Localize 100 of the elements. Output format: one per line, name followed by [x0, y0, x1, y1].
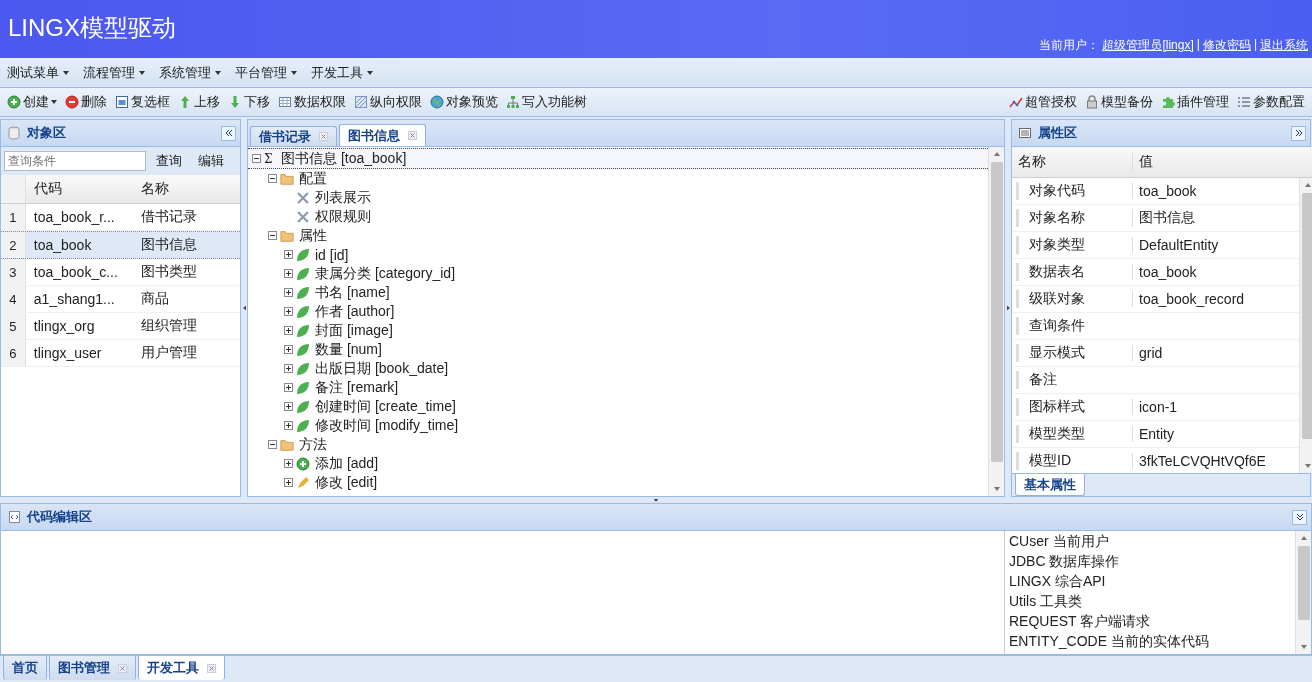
expand-button[interactable]	[1291, 125, 1306, 141]
tree-item[interactable]: 隶属分类 [category_id]	[248, 264, 988, 283]
collapse-button[interactable]	[221, 125, 236, 141]
table-row[interactable]: 2 toa_book 图书信息	[1, 231, 240, 259]
api-list-item[interactable]: REQUEST 客户端请求	[1009, 611, 1295, 631]
expand-toggle-icon[interactable]	[284, 478, 293, 487]
tree-item[interactable]: 作者 [author]	[248, 302, 988, 321]
collapse-toggle-icon[interactable]	[268, 440, 277, 449]
expand-toggle-icon[interactable]	[284, 364, 293, 373]
tree-item[interactable]: 配置	[248, 169, 988, 188]
tree-item[interactable]: Σ 图书信息 [toa_book]	[248, 148, 988, 169]
expand-toggle-icon[interactable]	[284, 383, 293, 392]
tree-item[interactable]: 备注 [remark]	[248, 378, 988, 397]
tree-item[interactable]: 数量 [num]	[248, 340, 988, 359]
api-list-item[interactable]: LINGX 综合API	[1009, 571, 1295, 591]
expand-toggle-icon[interactable]	[284, 421, 293, 430]
toolbar-button[interactable]: 上移	[175, 91, 223, 113]
header-link[interactable]: 退出系统	[1260, 37, 1308, 54]
toolbar-button[interactable]: 删除	[62, 91, 110, 113]
close-icon[interactable]	[408, 131, 417, 140]
expand-toggle-icon[interactable]	[284, 459, 293, 468]
api-list-item[interactable]: JDBC 数据库操作	[1009, 551, 1295, 571]
expand-toggle-icon[interactable]	[284, 307, 293, 316]
collapse-toggle-icon[interactable]	[268, 231, 277, 240]
header-link[interactable]: 修改密码	[1202, 37, 1251, 54]
collapse-toggle-icon[interactable]	[252, 154, 261, 163]
toolbar-button[interactable]: 写入功能树	[503, 91, 590, 113]
tree-item[interactable]: 创建时间 [create_time]	[248, 397, 988, 416]
menu-item[interactable]: 系统管理	[154, 61, 226, 84]
tree-item[interactable]: id [id]	[248, 245, 988, 264]
menu-item[interactable]: 平台管理	[230, 61, 302, 84]
tab[interactable]: 基本属性	[1015, 474, 1085, 496]
expand-toggle-icon[interactable]	[284, 345, 293, 354]
collapse-toggle-icon[interactable]	[268, 174, 277, 183]
expand-toggle-icon[interactable]	[284, 326, 293, 335]
separator: |	[1253, 37, 1257, 53]
toolbar-button[interactable]: 模型备份	[1082, 91, 1156, 113]
menu-item[interactable]: 测试菜单	[2, 61, 74, 84]
api-list-item[interactable]: CUser 当前用户	[1009, 531, 1295, 551]
panel-button[interactable]: 查询	[150, 150, 188, 172]
tree-item[interactable]: 权限规则	[248, 207, 988, 226]
row-number: 4	[1, 286, 26, 312]
toolbar-button[interactable]: 复选框	[112, 91, 173, 113]
user-link[interactable]: 超级管理员[lingx]	[1102, 37, 1194, 54]
table-row[interactable]: 6 tlingx_user 用户管理	[1, 340, 240, 367]
toolbar-button[interactable]: 超管授权	[1006, 91, 1080, 113]
tree-item[interactable]: 出版日期 [book_date]	[248, 359, 988, 378]
close-icon[interactable]	[319, 132, 328, 141]
splitter-arrow-icon[interactable]	[653, 498, 659, 502]
toolbar-button[interactable]: 纵向权限	[351, 91, 425, 113]
table-row[interactable]: 5 tlingx_org 组织管理	[1, 313, 240, 340]
table-row[interactable]: 4 a1_shang1... 商品	[1, 286, 240, 313]
tab[interactable]: 首页	[3, 656, 47, 680]
toolbar-button[interactable]: 数据权限	[275, 91, 349, 113]
panel-button[interactable]: 编辑	[192, 150, 230, 172]
api-list-item[interactable]: Utils 工具类	[1009, 591, 1295, 611]
property-scrollbar[interactable]	[1299, 178, 1312, 473]
expand-toggle-icon[interactable]	[284, 250, 293, 259]
scroll-up-arrow-icon[interactable]	[1299, 535, 1308, 541]
tab[interactable]: 图书信息	[339, 124, 426, 146]
scroll-up-arrow-icon[interactable]	[992, 151, 1001, 157]
api-list-scrollbar[interactable]	[1295, 531, 1311, 654]
search-field[interactable]: 查询条件	[4, 151, 146, 171]
menu-item[interactable]: 流程管理	[78, 61, 150, 84]
table-row[interactable]: 3 toa_book_c... 图书类型	[1, 259, 240, 286]
tree-item[interactable]: 修改时间 [modify_time]	[248, 416, 988, 435]
scroll-up-arrow-icon[interactable]	[1303, 182, 1312, 188]
tree-item[interactable]: 修改 [edit]	[248, 473, 988, 492]
scroll-down-arrow-icon[interactable]	[1299, 644, 1308, 650]
api-list-item[interactable]: ENTITY_CODE 当前的实体代码	[1009, 631, 1295, 651]
table-cell-text: tlingx_org	[32, 318, 96, 334]
expand-toggle-icon[interactable]	[284, 288, 293, 297]
splitter-arrow-icon[interactable]	[1006, 305, 1010, 311]
tree-item[interactable]: 封面 [image]	[248, 321, 988, 340]
toolbar-button[interactable]: 参数配置	[1234, 91, 1308, 113]
toolbar-button[interactable]: 下移	[225, 91, 273, 113]
tab[interactable]: 开发工具	[138, 656, 225, 680]
splitter-arrow-icon[interactable]	[242, 305, 246, 311]
scroll-down-arrow-icon[interactable]	[992, 486, 1001, 492]
tab[interactable]: 图书管理	[49, 656, 136, 680]
tree-scrollbar[interactable]	[988, 147, 1004, 496]
leaf-icon	[296, 247, 310, 262]
toolbar-button[interactable]: 插件管理	[1158, 91, 1232, 113]
padlock-icon	[1085, 95, 1099, 109]
toolbar-button[interactable]: 对象预览	[427, 91, 501, 113]
toolbar-button[interactable]: 创建	[4, 91, 60, 113]
tree-item[interactable]: 方法	[248, 435, 988, 454]
tree-item[interactable]: 属性	[248, 226, 988, 245]
tree-item[interactable]: 添加 [add]	[248, 454, 988, 473]
expand-toggle-icon[interactable]	[284, 269, 293, 278]
tree-item[interactable]: 列表展示	[248, 188, 988, 207]
close-icon[interactable]	[118, 663, 127, 673]
tree-item[interactable]: 书名 [name]	[248, 283, 988, 302]
caret-icon[interactable]	[51, 100, 57, 104]
scroll-down-arrow-icon[interactable]	[1303, 463, 1312, 469]
tab[interactable]: 借书记录	[250, 126, 337, 146]
close-icon[interactable]	[207, 663, 216, 673]
expand-toggle-icon[interactable]	[284, 402, 293, 411]
collapse-button[interactable]	[1292, 509, 1307, 525]
menu-item[interactable]: 开发工具	[306, 61, 378, 84]
